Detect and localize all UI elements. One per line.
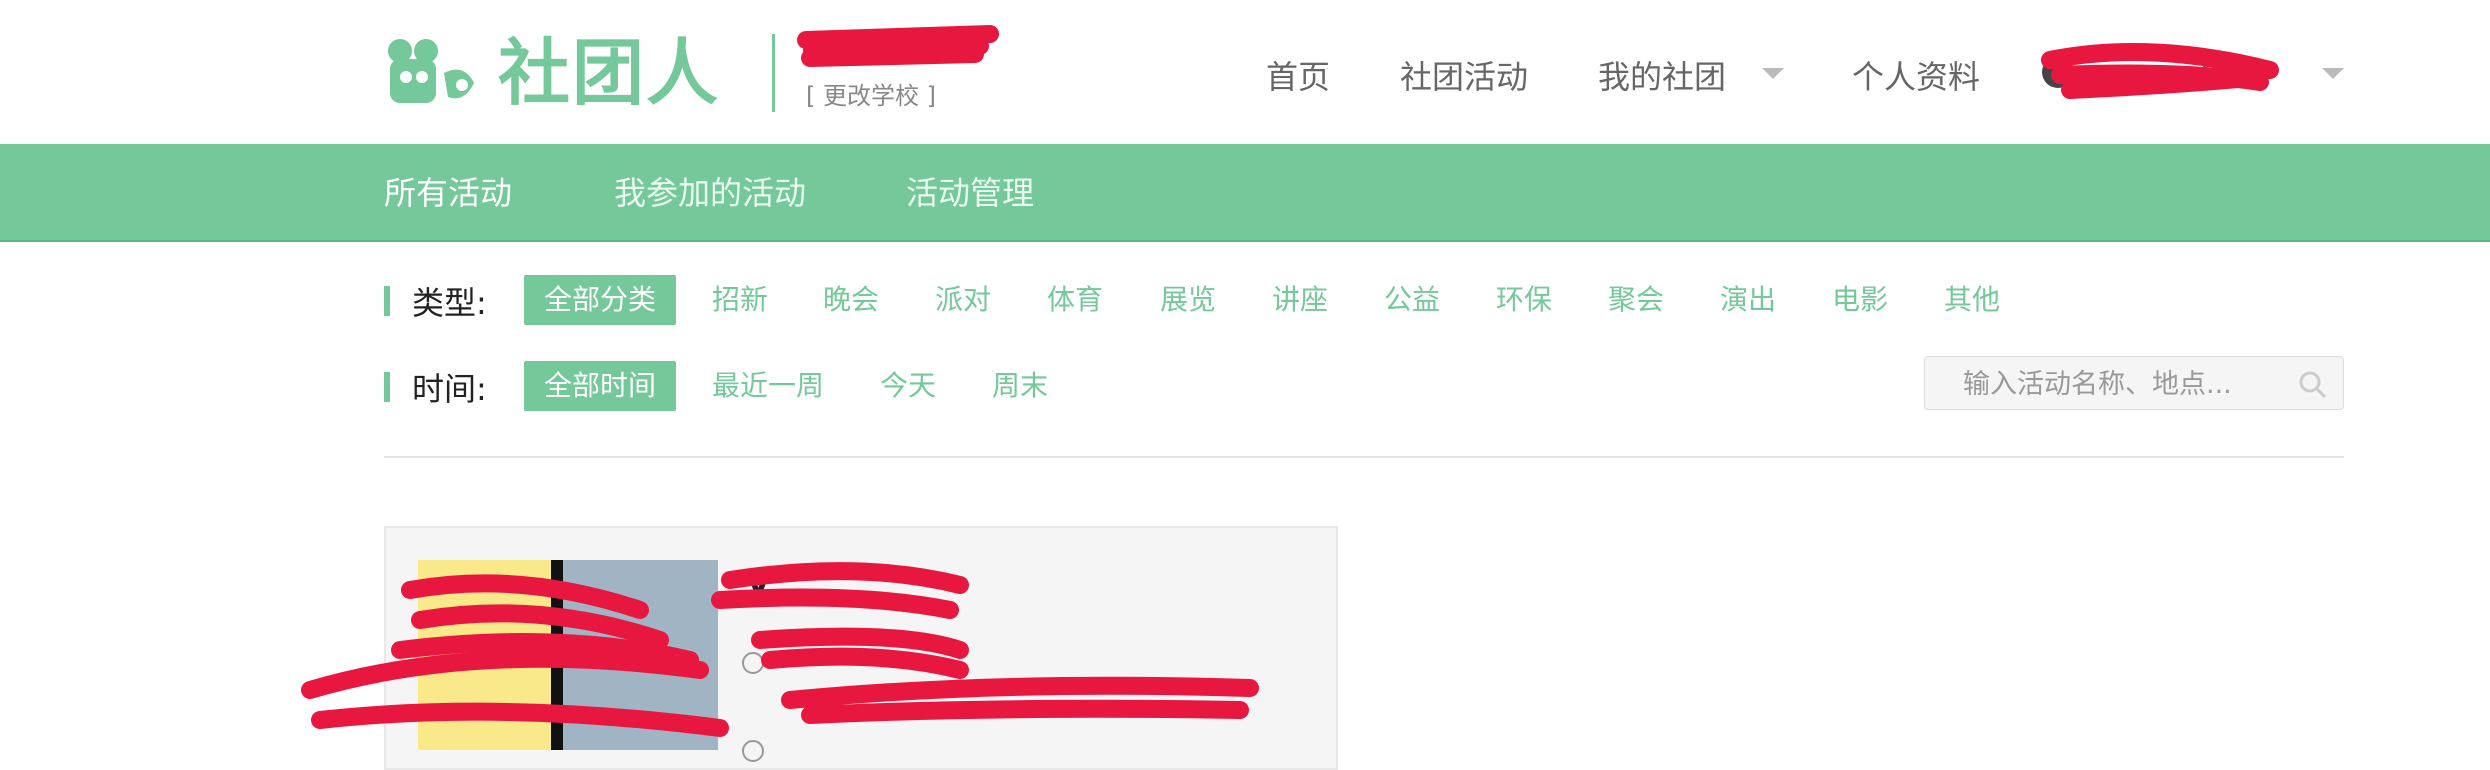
activity-poster[interactable] — [418, 560, 718, 750]
type-tag-performance[interactable]: 演出 — [1720, 275, 1776, 325]
type-tag-sports[interactable]: 体育 — [1047, 275, 1103, 325]
activity-search-box — [1924, 356, 2344, 411]
time-filter-label: 时间: — [412, 370, 487, 408]
time-tag-last-week[interactable]: 最近一周 — [712, 361, 824, 411]
activity-title[interactable]: V — [746, 564, 771, 602]
tab-my-activities[interactable]: 我参加的活动 — [614, 168, 806, 214]
top-header: 社团人 [ 更改学校 ] 首页 社团活动 我的社团 个人资料 h.. — [0, 0, 2490, 144]
location-icon — [742, 740, 764, 762]
search-input[interactable] — [1961, 357, 2285, 411]
nav-profile[interactable]: 个人资料 — [1852, 52, 1980, 98]
type-tag-environment[interactable]: 环保 — [1496, 275, 1552, 325]
time-tag-all[interactable]: 全部时间 — [524, 361, 677, 411]
logo-text: 社团人 — [498, 31, 721, 115]
poster-blue-panel — [563, 560, 718, 750]
clock-icon — [742, 652, 764, 674]
nav-my-clubs[interactable]: 我的社团 — [1598, 52, 1726, 98]
activity-card[interactable]: V — [384, 526, 1338, 770]
time-tag-weekend[interactable]: 周末 — [992, 361, 1048, 411]
tab-all-activities[interactable]: 所有活动 — [384, 168, 512, 214]
time-filter-marker — [384, 372, 390, 402]
sub-navigation-bar — [0, 144, 2490, 242]
chevron-down-icon[interactable] — [1762, 68, 1784, 79]
type-tag-gathering[interactable]: 聚会 — [1608, 275, 1664, 325]
nav-club-activities[interactable]: 社团活动 — [1400, 52, 1528, 98]
type-tag-party[interactable]: 派对 — [935, 275, 991, 325]
logo-divider — [772, 34, 775, 112]
logo-mascot-icon — [388, 39, 474, 103]
poster-stripe — [551, 560, 563, 750]
type-tag-other[interactable]: 其他 — [1944, 275, 2000, 325]
type-tag-recruit[interactable]: 招新 — [712, 275, 768, 325]
type-tag-party-night[interactable]: 晚会 — [823, 275, 879, 325]
change-school-link[interactable]: [ 更改学校 ] — [806, 76, 936, 111]
type-tag-all[interactable]: 全部分类 — [524, 275, 677, 325]
user-menu-chevron-icon[interactable] — [2322, 68, 2344, 79]
site-logo[interactable]: 社团人 — [384, 30, 734, 116]
avatar[interactable] — [2040, 54, 2076, 90]
type-tag-lecture[interactable]: 讲座 — [1272, 275, 1328, 325]
type-tag-exhibition[interactable]: 展览 — [1160, 275, 1216, 325]
nav-home[interactable]: 首页 — [1266, 52, 1330, 98]
type-tag-movie[interactable]: 电影 — [1832, 275, 1888, 325]
type-filter-label: 类型: — [412, 284, 487, 322]
username[interactable]: h.. — [2200, 52, 2241, 90]
time-tag-today[interactable]: 今天 — [880, 361, 936, 411]
type-tag-charity[interactable]: 公益 — [1384, 275, 1440, 325]
tab-activity-management[interactable]: 活动管理 — [906, 168, 1034, 214]
search-icon[interactable] — [2297, 369, 2327, 399]
filter-divider — [384, 456, 2344, 458]
type-filter-marker — [384, 286, 390, 316]
